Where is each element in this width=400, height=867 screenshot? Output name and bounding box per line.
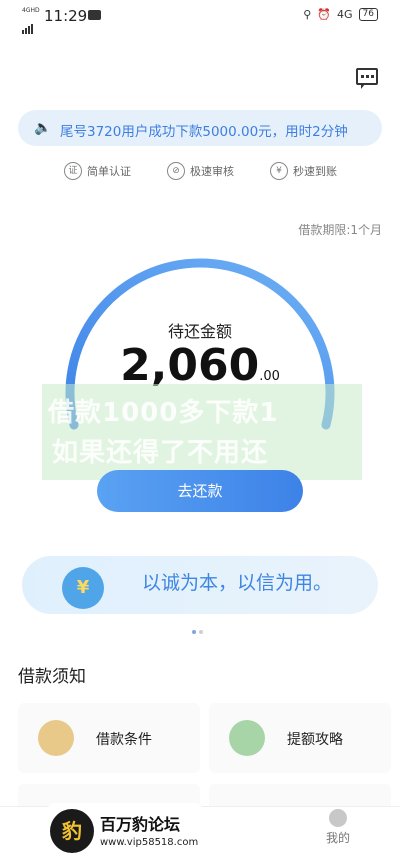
- signal-icon: [22, 15, 34, 34]
- nav-tab-me[interactable]: 我的: [326, 809, 350, 846]
- feature-label: 秒速到账: [293, 165, 337, 178]
- banner-text: 以诚为本，以信为用。: [142, 572, 333, 594]
- message-notification-icon: [88, 10, 101, 20]
- feature-instant-arrival: ¥ 秒速到账: [270, 162, 337, 180]
- notice-text: 尾号3720用户成功下款5000.00元，用时2分钟: [60, 124, 348, 140]
- network-label: 4G: [337, 8, 353, 21]
- clock-time: 11:29: [44, 7, 88, 25]
- network-type: 4GHD: [22, 7, 40, 14]
- forum-watermark: 豹 百万豹论坛 www.vip58518.com: [48, 803, 202, 859]
- review-icon: ⊘: [167, 162, 185, 180]
- user-icon: [328, 809, 347, 827]
- status-right: ⚲ ⏰ 4G 76: [303, 8, 378, 21]
- feature-label: 简单认证: [87, 165, 131, 178]
- forum-name: 百万豹论坛: [100, 815, 181, 834]
- loan-conditions-card[interactable]: 借款条件: [18, 703, 200, 773]
- speaker-icon: 🔈: [34, 120, 52, 136]
- document-icon: [38, 720, 74, 756]
- feature-fast-review: ⊘ 极速审核: [167, 162, 234, 180]
- overlay-watermark: 借款1000多下款1 如果还得了不用还: [42, 384, 362, 480]
- feature-simple-auth: 证 简单认证: [64, 162, 131, 180]
- notice-bar[interactable]: 🔈 尾号3720用户成功下款5000.00元，用时2分钟: [18, 110, 382, 146]
- yen-icon: ¥: [270, 162, 288, 180]
- shield-yen-icon: ¥: [62, 567, 104, 609]
- customer-service-icon[interactable]: [356, 68, 378, 89]
- watermark-line-1: 借款1000多下款1: [48, 398, 279, 428]
- carousel-dots: [192, 619, 206, 638]
- repay-title: 待还金额: [167, 322, 232, 341]
- repay-button[interactable]: 去还款: [97, 470, 303, 512]
- nav-tab-label: 我的: [325, 831, 350, 845]
- watermark-line-2: 如果还得了不用还: [52, 438, 269, 468]
- section-title: 借款须知: [18, 667, 86, 687]
- leopard-logo-icon: 豹: [50, 809, 94, 853]
- battery-icon: 76: [358, 8, 378, 21]
- status-bar: 4GHD 11:29 ⚲ ⏰ 4G 76: [0, 0, 400, 34]
- strategy-icon: [229, 720, 265, 756]
- location-icon: ⚲: [303, 8, 312, 21]
- feature-label: 极速审核: [190, 165, 234, 178]
- card-label: 借款条件: [96, 732, 152, 748]
- credit-limit-card[interactable]: 提额攻略: [209, 703, 391, 773]
- forum-url: www.vip58518.com: [100, 837, 199, 848]
- card-label: 提额攻略: [287, 732, 343, 748]
- certificate-icon: 证: [64, 162, 82, 180]
- amount-decimal: .00: [259, 369, 280, 384]
- alarm-icon: ⏰: [317, 8, 332, 21]
